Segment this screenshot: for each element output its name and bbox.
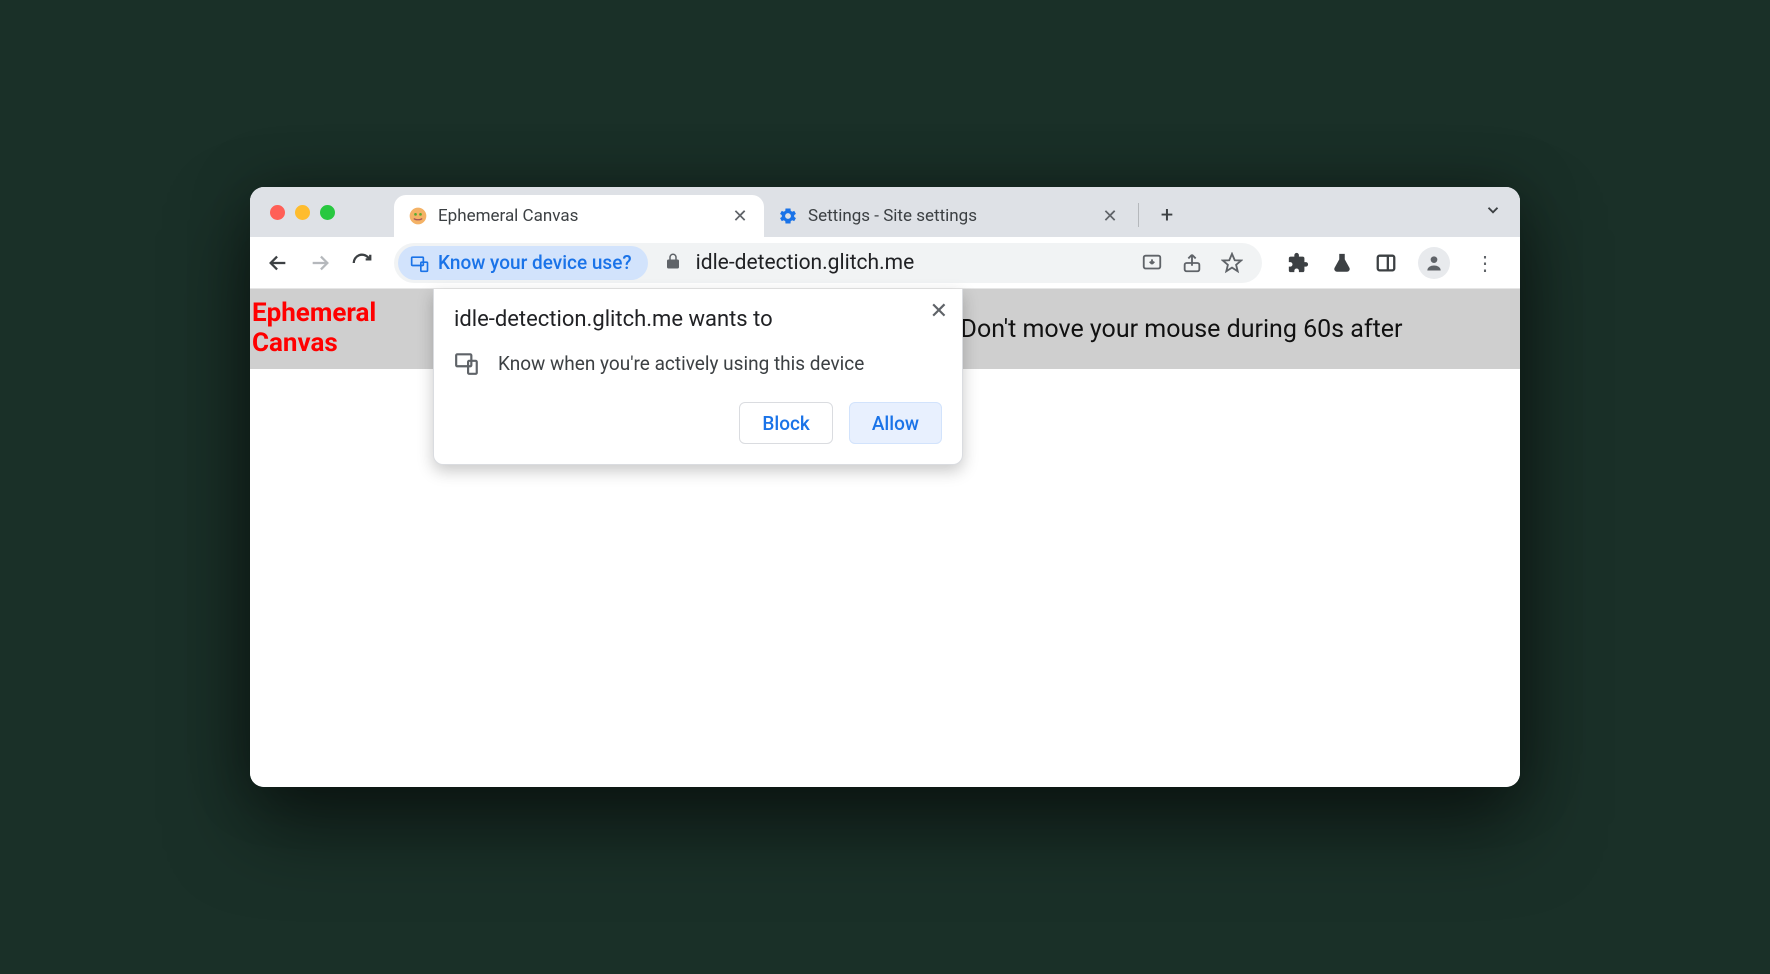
extensions-icon[interactable]: [1286, 251, 1310, 275]
close-window-icon[interactable]: [270, 205, 285, 220]
bookmark-icon[interactable]: [1220, 251, 1244, 275]
omnibox-actions: [1140, 251, 1254, 275]
extensions-area: ⋮: [1276, 247, 1510, 279]
tab-ephemeral-canvas[interactable]: Ephemeral Canvas ✕: [394, 195, 764, 237]
labs-icon[interactable]: [1330, 251, 1354, 275]
permission-chip-label: Know your device use?: [438, 251, 632, 274]
side-panel-icon[interactable]: [1374, 251, 1398, 275]
tab-strip: Ephemeral Canvas ✕ Settings - Site setti…: [250, 187, 1520, 237]
permission-title: idle-detection.glitch.me wants to: [454, 307, 912, 332]
forward-button[interactable]: [302, 245, 338, 281]
tab-menu-button[interactable]: [1484, 201, 1502, 224]
tab-title: Ephemeral Canvas: [438, 206, 720, 226]
permission-item-label: Know when you're actively using this dev…: [498, 352, 864, 375]
tab-settings[interactable]: Settings - Site settings ✕: [764, 195, 1134, 237]
lock-icon[interactable]: [664, 252, 682, 274]
toolbar: Know your device use? idle-detection.gli…: [250, 237, 1520, 289]
page-title-line2: Canvas: [252, 328, 338, 358]
address-bar[interactable]: Know your device use? idle-detection.gli…: [394, 243, 1262, 283]
close-tab-icon[interactable]: ✕: [730, 206, 750, 227]
url-text: idle-detection.glitch.me: [696, 251, 1134, 275]
profile-avatar[interactable]: [1418, 247, 1450, 279]
tab-title: Settings - Site settings: [808, 206, 1090, 226]
tab-separator: [1138, 203, 1139, 227]
permission-dialog: ✕ idle-detection.glitch.me wants to Know…: [433, 289, 963, 465]
minimize-window-icon[interactable]: [295, 205, 310, 220]
allow-button-label: Allow: [872, 412, 919, 435]
favicon-icon: [408, 206, 428, 226]
install-icon[interactable]: [1140, 251, 1164, 275]
window-controls: [270, 205, 335, 220]
close-tab-icon[interactable]: ✕: [1100, 206, 1120, 227]
page-content: Ephemeral Canvas (Don't move your mouse …: [250, 289, 1520, 787]
page-title-line1: Ephemeral: [252, 298, 376, 328]
back-button[interactable]: [260, 245, 296, 281]
reload-button[interactable]: [344, 245, 380, 281]
instruction-text: (Don't move your mouse during 60s after: [952, 315, 1402, 344]
new-tab-button[interactable]: +: [1151, 199, 1183, 231]
permission-chip[interactable]: Know your device use?: [398, 246, 648, 280]
page-title: Ephemeral Canvas: [252, 299, 402, 359]
permission-buttons: Block Allow: [454, 402, 942, 444]
tabs: Ephemeral Canvas ✕ Settings - Site setti…: [394, 187, 1183, 237]
gear-icon: [778, 206, 798, 226]
permission-item: Know when you're actively using this dev…: [454, 350, 942, 376]
allow-button[interactable]: Allow: [849, 402, 942, 444]
share-icon[interactable]: [1180, 251, 1204, 275]
browser-window: Ephemeral Canvas ✕ Settings - Site setti…: [250, 187, 1520, 787]
kebab-menu-icon[interactable]: ⋮: [1470, 251, 1500, 275]
block-button[interactable]: Block: [739, 402, 832, 444]
block-button-label: Block: [762, 412, 809, 435]
close-icon[interactable]: ✕: [930, 299, 948, 324]
fullscreen-window-icon[interactable]: [320, 205, 335, 220]
